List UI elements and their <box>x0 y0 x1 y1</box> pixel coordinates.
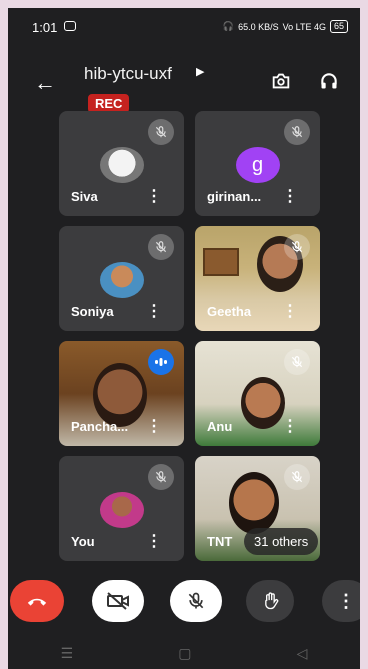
battery-indicator: 65 <box>329 20 348 33</box>
headphones-icon[interactable] <box>319 70 339 92</box>
meeting-header: ← hib-ytcu-uxf ▶ REC <box>8 52 360 113</box>
participant-name: TNT <box>207 534 233 549</box>
participant-tile-geetha[interactable]: Geetha ⋮ <box>195 226 320 331</box>
more-options-icon[interactable]: ⋮ <box>282 189 298 205</box>
participant-video-face <box>241 377 285 429</box>
status-time: 1:01 <box>32 20 58 35</box>
participant-avatar <box>99 492 144 528</box>
participant-tile-pancha[interactable]: Pancha... ⋮ <box>59 341 184 446</box>
vertical-dots-icon: ⋮ <box>337 590 355 611</box>
participant-name: girinan... <box>207 189 262 204</box>
participant-name: Pancha... <box>71 419 129 434</box>
participant-tile-soniya[interactable]: Soniya ⋮ <box>59 226 184 331</box>
more-options-icon[interactable]: ⋮ <box>146 419 162 435</box>
others-count-pill[interactable]: 31 others <box>244 528 319 555</box>
hand-icon <box>265 592 279 610</box>
participant-tile-you[interactable]: You ⋮ <box>59 456 184 561</box>
mic-off-icon <box>148 119 174 145</box>
camera-toggle-button[interactable] <box>92 580 144 622</box>
camera-off-icon <box>107 592 129 610</box>
home-icon[interactable]: ▢ <box>178 645 191 662</box>
system-nav-bar: ☰ ▢ ◁ <box>8 638 360 669</box>
mic-off-icon <box>284 119 310 145</box>
mic-off-icon <box>148 234 174 260</box>
more-options-button[interactable]: ⋮ <box>322 580 360 622</box>
more-options-icon[interactable]: ⋮ <box>282 304 298 320</box>
participant-avatar <box>99 147 144 183</box>
participant-avatar <box>99 262 144 298</box>
mic-toggle-button[interactable] <box>170 580 222 622</box>
phone-screen: 1:01 🎧 65.0 KB/S Vo LTE 4G 65 ← hib-ytcu… <box>8 8 360 669</box>
more-options-icon[interactable]: ⋮ <box>282 419 298 435</box>
participant-tile-siva[interactable]: Siva ⋮ <box>59 111 184 216</box>
speaking-indicator-icon <box>148 349 174 375</box>
participant-video-face <box>93 363 147 427</box>
status-bar: 1:01 🎧 65.0 KB/S Vo LTE 4G 65 <box>8 8 360 44</box>
back-arrow-icon[interactable]: ← <box>34 72 56 94</box>
participant-name: Siva <box>71 189 98 204</box>
participant-name: Soniya <box>71 304 114 319</box>
more-options-icon[interactable]: ⋮ <box>146 534 162 550</box>
mic-off-icon <box>284 464 310 490</box>
network-type: Vo LTE 4G <box>282 21 326 32</box>
recent-apps-icon[interactable]: ☰ <box>61 645 74 662</box>
status-right: 🎧 65.0 KB/S Vo LTE 4G 65 <box>223 20 348 33</box>
headphones-status-icon: 🎧 <box>222 21 235 31</box>
hang-up-icon <box>27 598 47 606</box>
mic-off-icon <box>148 464 174 490</box>
more-options-icon[interactable]: ⋮ <box>146 304 162 320</box>
switch-camera-icon[interactable] <box>270 70 292 92</box>
participant-name: Anu <box>207 419 233 434</box>
mic-off-icon <box>188 592 204 609</box>
more-options-icon[interactable]: ⋮ <box>146 189 162 205</box>
participant-name: Geetha <box>207 304 252 319</box>
mic-off-icon <box>284 234 310 260</box>
mic-off-icon <box>284 349 310 375</box>
wall-frame-image <box>203 248 239 276</box>
expand-arrow-icon[interactable]: ▶ <box>196 65 204 78</box>
participant-name: You <box>71 534 95 549</box>
raise-hand-button[interactable] <box>246 580 294 622</box>
participant-tile-anu[interactable]: Anu ⋮ <box>195 341 320 446</box>
participant-video-face <box>229 472 279 534</box>
back-nav-icon[interactable]: ◁ <box>297 645 308 662</box>
cast-icon <box>64 21 76 31</box>
meeting-code[interactable]: hib-ytcu-uxf <box>84 64 172 84</box>
participant-initial-avatar: g <box>235 147 280 183</box>
network-speed: 65.0 KB/S <box>238 21 279 32</box>
end-call-button[interactable] <box>10 580 64 622</box>
participant-tile-girinan[interactable]: g girinan... ⋮ <box>195 111 320 216</box>
